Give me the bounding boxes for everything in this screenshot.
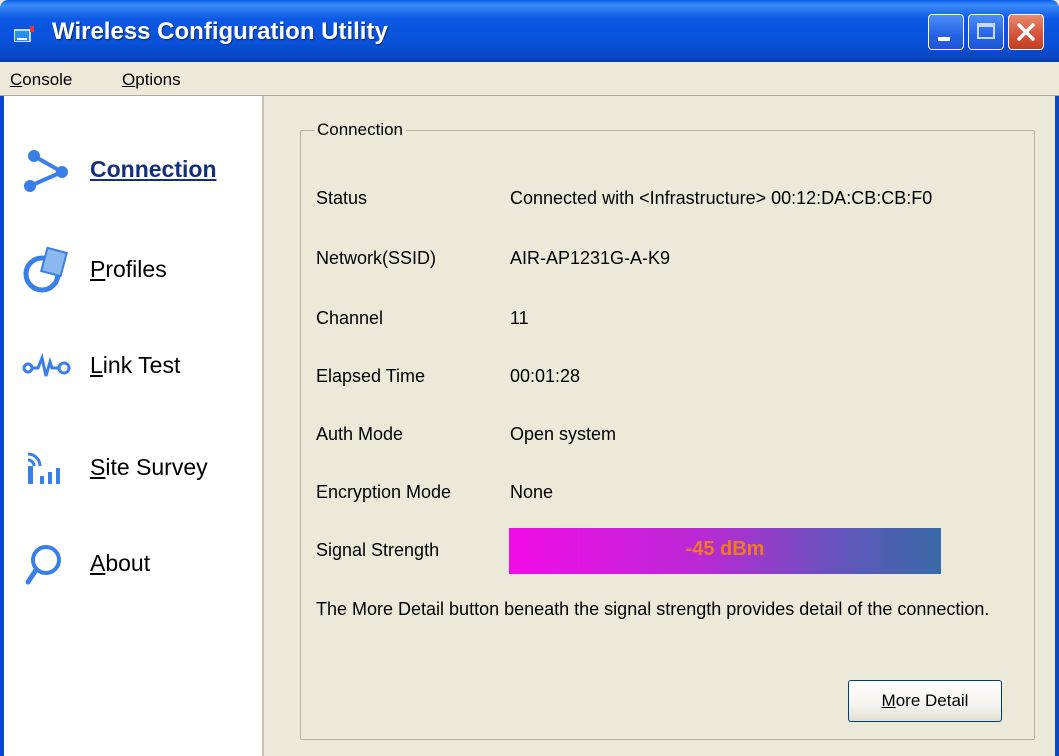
- minimize-icon: [938, 37, 950, 41]
- sidebar: Connection Profiles Link Test Site Surve…: [4, 96, 264, 756]
- app-icon: [14, 26, 34, 42]
- sidebar-item-about[interactable]: About: [22, 540, 262, 588]
- auth-mode-label: Auth Mode: [316, 424, 404, 444]
- site-survey-icon: [27, 452, 60, 484]
- window-frame-right: [1055, 96, 1059, 756]
- ssid-label: Network(SSID): [316, 248, 437, 268]
- connection-icon: [24, 150, 68, 192]
- detail-note: The More Detail button beneath the signa…: [316, 599, 990, 619]
- maximize-button[interactable]: [968, 14, 1004, 50]
- about-icon: [25, 545, 61, 585]
- profiles-icon: [23, 246, 68, 293]
- sidebar-item-label: Link Test: [90, 352, 181, 378]
- close-icon: [1017, 23, 1035, 41]
- status-value: Connected with <Infrastructure> 00:12:DA…: [510, 188, 933, 208]
- window-title: Wireless Configuration Utility: [52, 18, 388, 45]
- sidebar-item-label: About: [90, 550, 151, 576]
- menu-options[interactable]: Options: [122, 70, 181, 90]
- status-label: Status: [316, 188, 368, 208]
- ssid-value: AIR-AP1231G-A-K9: [510, 248, 671, 268]
- main-panel: Connection Status Connected with <Infras…: [264, 96, 1055, 756]
- menu-console[interactable]: Console: [10, 70, 72, 90]
- link-test-icon: [22, 352, 71, 377]
- sidebar-item-label: Profiles: [90, 256, 167, 282]
- auth-mode-value: Open system: [510, 424, 617, 444]
- channel-label: Channel: [316, 308, 384, 328]
- minimize-button[interactable]: [928, 14, 964, 50]
- close-button[interactable]: [1008, 14, 1044, 50]
- encryption-mode-value: None: [510, 482, 554, 502]
- elapsed-time-value: 00:01:28: [510, 366, 581, 386]
- sidebar-item-connection[interactable]: Connection: [22, 146, 262, 194]
- sidebar-item-label: Connection: [90, 156, 217, 182]
- channel-value: 11: [510, 308, 529, 328]
- signal-strength-bar: -45 dBm: [509, 528, 941, 574]
- signal-strength-value: -45 dBm: [685, 538, 765, 560]
- sidebar-item-site-survey[interactable]: Site Survey: [22, 444, 262, 492]
- title-bar: Wireless Configuration Utility: [0, 0, 1059, 62]
- sidebar-item-label: Site Survey: [90, 454, 208, 480]
- connection-group: [300, 130, 1035, 740]
- signal-strength-label: Signal Strength: [316, 540, 440, 560]
- maximize-icon: [977, 23, 995, 39]
- more-detail-button[interactable]: More Detail: [848, 680, 1002, 722]
- sidebar-item-profiles[interactable]: Profiles: [22, 246, 262, 294]
- encryption-mode-label: Encryption Mode: [316, 482, 452, 502]
- elapsed-time-label: Elapsed Time: [316, 366, 426, 386]
- group-title: Connection: [314, 120, 407, 140]
- menu-bar: Console Options: [0, 62, 1059, 96]
- sidebar-item-link-test[interactable]: Link Test: [22, 342, 262, 390]
